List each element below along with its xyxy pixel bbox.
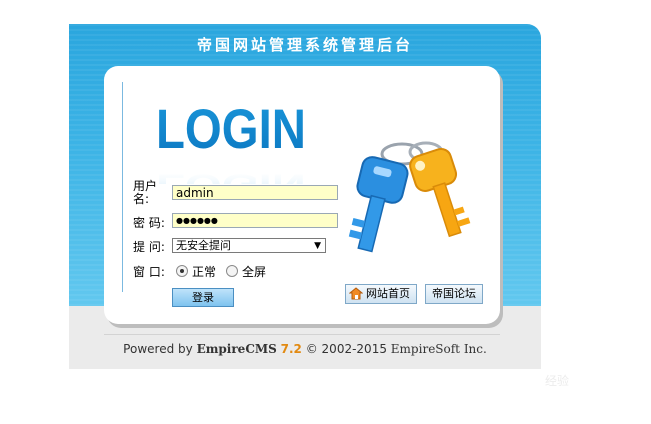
question-select-value: 无安全提问 [176, 239, 231, 252]
home-button[interactable]: 网站首页 [345, 284, 417, 304]
window-fullscreen-radio[interactable] [226, 265, 238, 277]
password-label: 密 码: [133, 216, 165, 230]
brand-name: EmpireCMS [196, 342, 277, 356]
keys-illustration [348, 141, 471, 253]
login-logo-text: LOGIN [156, 97, 306, 160]
question-select[interactable]: 无安全提问 ▼ [172, 238, 326, 253]
password-input[interactable]: ●●●●●● [172, 213, 338, 228]
powered-by-text: Powered by [123, 342, 193, 356]
home-button-label: 网站首页 [366, 287, 410, 300]
page-title: 帝国网站管理系统管理后台 [196, 36, 413, 54]
watermark: 经验 [545, 374, 570, 388]
version-number: 7.2 [280, 342, 302, 356]
forum-button[interactable]: 帝国论坛 [425, 284, 483, 304]
company-name: EmpireSoft Inc. [390, 342, 487, 356]
login-button[interactable]: 登录 [172, 288, 234, 307]
login-card: LOGIN LOGIN 用户名: admin 密 码: ●●●●●● [104, 66, 500, 324]
window-label: 窗 口: [133, 265, 165, 279]
window-normal-radio[interactable] [176, 265, 188, 277]
question-label: 提 问: [133, 240, 165, 254]
username-input[interactable]: admin [172, 185, 338, 200]
dropdown-arrow-icon: ▼ [314, 241, 321, 251]
home-icon [349, 287, 363, 300]
footer-divider [104, 334, 500, 335]
window-fullscreen-label: 全屏 [242, 265, 267, 279]
username-label: 用户名: [133, 179, 158, 206]
window-normal-label: 正常 [192, 265, 217, 279]
copyright-text: © 2002-2015 [305, 342, 387, 356]
login-logo-reflection: LOGIN [156, 167, 306, 184]
card-divider [122, 82, 123, 292]
footer: Powered by EmpireCMS 7.2 © 2002-2015 Emp… [69, 342, 541, 356]
login-logo: LOGIN LOGIN [156, 97, 306, 184]
